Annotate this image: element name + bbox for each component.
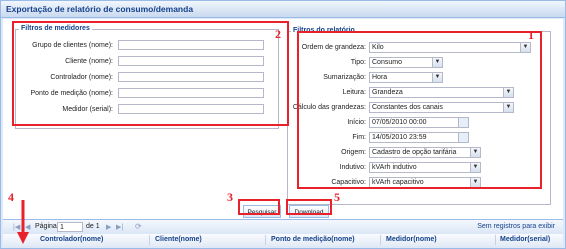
annotation-box-2 [12, 21, 289, 126]
next-page-icon[interactable]: ▶ [106, 223, 111, 231]
annotation-number-1: 1 [528, 28, 534, 42]
annotation-arrow-icon [17, 200, 29, 244]
column-measurement-point[interactable]: Ponto de medição(nome) [271, 236, 355, 243]
page-total-label: de 1 [86, 223, 100, 230]
page-label: Página [35, 223, 57, 230]
grid-header: Controlador(nome) Cliente(nome) Ponto de… [3, 234, 563, 246]
page-number-input[interactable]: 1 [57, 222, 83, 232]
annotation-number-4: 4 [8, 190, 14, 204]
window-title: Exportação de relatório de consumo/deman… [6, 4, 194, 14]
annotation-box-1 [297, 31, 542, 189]
window-title-bar: Exportação de relatório de consumo/deman… [1, 1, 565, 18]
last-page-icon[interactable]: ▶| [116, 223, 123, 231]
results-grid: |◀ ◀ Página 1 de 1 ▶ ▶| ⟳ Sem registros … [3, 219, 563, 247]
annotation-number-5: 5 [334, 190, 340, 204]
annotation-box-5 [286, 199, 332, 215]
empty-message: Sem registros para exibir [477, 223, 555, 230]
refresh-icon[interactable]: ⟳ [135, 222, 142, 231]
column-meter-name[interactable]: Medidor(nome) [386, 236, 437, 243]
annotation-number-2: 2 [275, 27, 281, 41]
column-meter-serial[interactable]: Medidor(serial) [500, 236, 550, 243]
annotation-number-3: 3 [227, 190, 233, 204]
column-client[interactable]: Cliente(nome) [155, 236, 202, 243]
annotation-box-3 [238, 199, 280, 215]
pager-toolbar: |◀ ◀ Página 1 de 1 ▶ ▶| ⟳ Sem registros … [3, 219, 563, 235]
column-controller[interactable]: Controlador(nome) [40, 236, 103, 243]
